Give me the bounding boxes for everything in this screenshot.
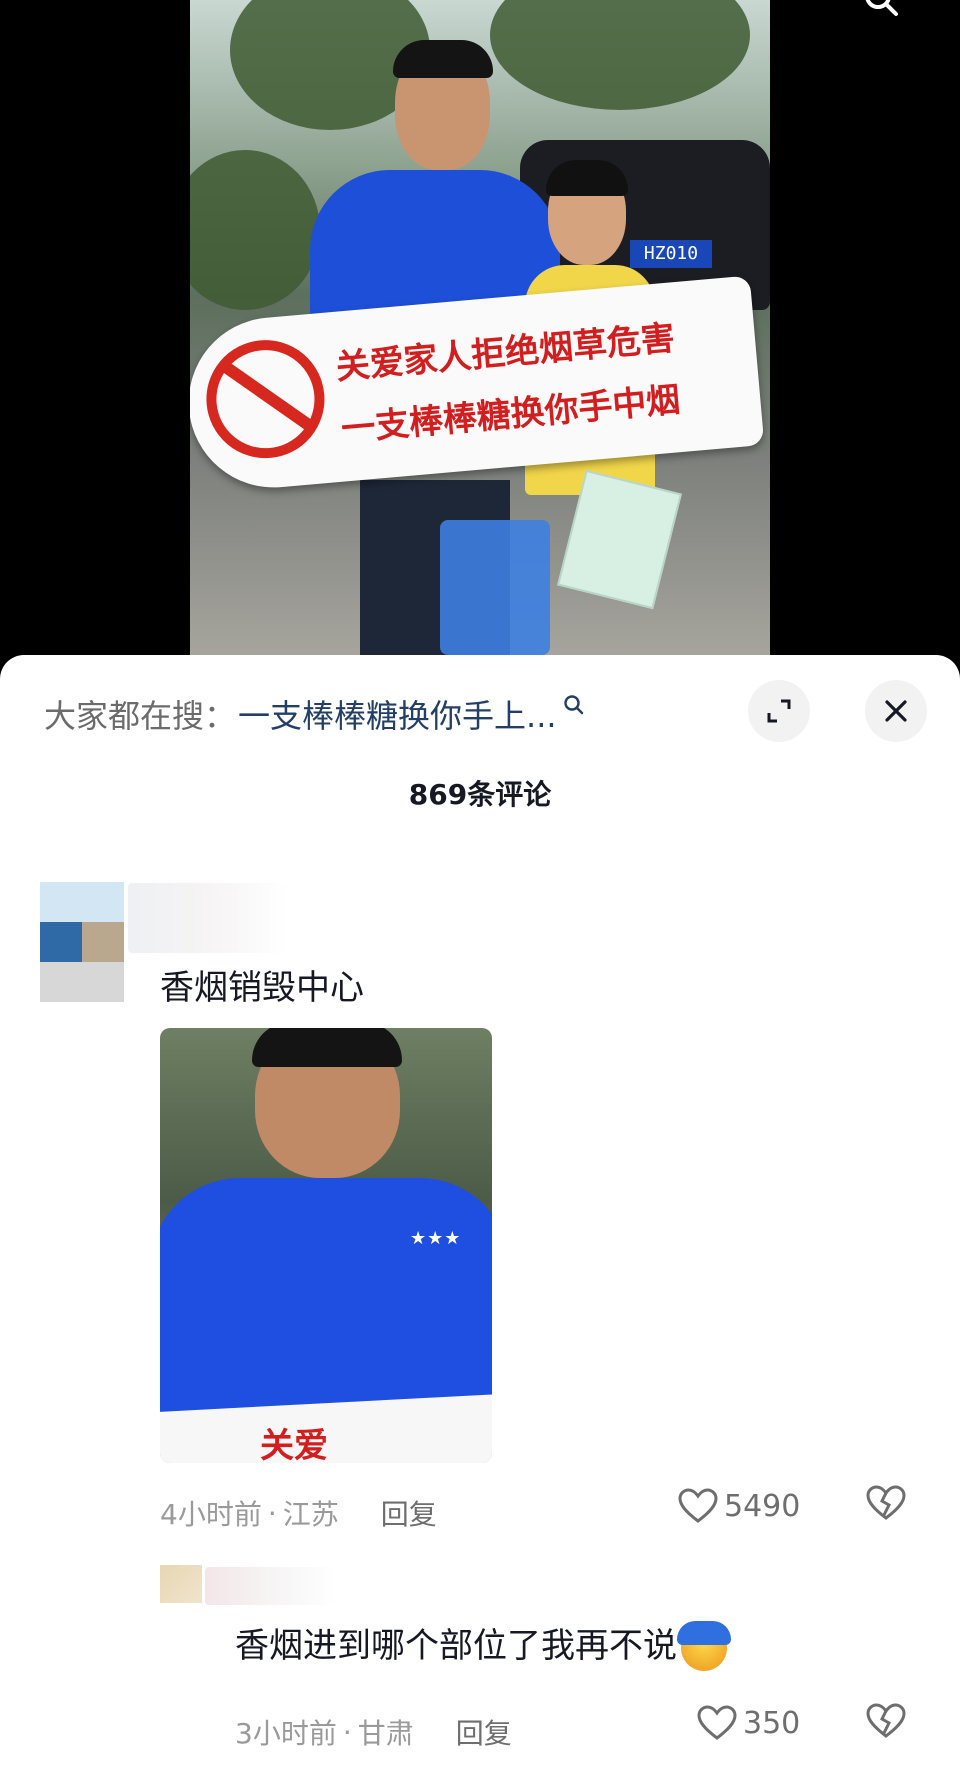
broken-heart-icon [866, 1485, 906, 1520]
heart-icon [697, 1705, 737, 1740]
comment-time: 3小时前 [235, 1717, 337, 1750]
top-search-icon[interactable] [864, 0, 900, 22]
comment-image[interactable]: ★★★ 关爱 [160, 1028, 492, 1463]
like-count: 350 [743, 1705, 801, 1741]
no-smoking-icon [201, 335, 330, 464]
video-frame: HZ010 关爱家人拒绝烟草危害 一支棒棒糖换你手中烟 [190, 0, 770, 655]
like-count: 5490 [724, 1488, 801, 1524]
video-player[interactable]: HZ010 关爱家人拒绝烟草危害 一支棒棒糖换你手中烟 [0, 0, 960, 670]
avatar[interactable] [40, 882, 124, 1002]
comment-meta: 4小时前 · 江苏 回复 [160, 1493, 437, 1533]
comment-sheet: 大家都在搜： 一支棒棒糖换你手上... 869条评论 香烟销毁中心 ★★★ 关爱… [0, 655, 960, 1788]
trending-search-query[interactable]: 一支棒棒糖换你手上... [238, 691, 557, 737]
comment-time: 4小时前 [160, 1498, 262, 1531]
search-icon[interactable] [563, 694, 585, 716]
close-icon [885, 700, 907, 722]
comment-text: 香烟销毁中心 [160, 968, 364, 1008]
shirt-stars: ★★★ [410, 1228, 462, 1249]
comment-location: 江苏 [282, 1498, 339, 1531]
dislike-button[interactable] [866, 1485, 906, 1525]
comment-meta: 3小时前 · 甘肃 回复 [235, 1712, 512, 1752]
close-button[interactable] [865, 680, 927, 742]
campaign-sign: 关爱家人拒绝烟草危害 一支棒棒糖换你手中烟 [190, 275, 765, 495]
like-button[interactable]: 350 [697, 1705, 800, 1741]
username-blurred[interactable] [128, 883, 288, 953]
expand-button[interactable] [748, 680, 810, 742]
emoji-icon [677, 1620, 731, 1671]
like-button[interactable]: 5490 [678, 1488, 800, 1524]
avatar[interactable] [160, 1565, 202, 1603]
dislike-button[interactable] [866, 1703, 906, 1743]
broken-heart-icon [866, 1703, 906, 1738]
heart-icon [678, 1488, 718, 1523]
comment-text: 香烟进到哪个部位了我再不说 [235, 1618, 731, 1671]
reply-button[interactable]: 回复 [381, 1493, 437, 1533]
comment-location: 甘肃 [357, 1717, 414, 1750]
expand-icon [767, 699, 791, 723]
comment-count: 869条评论 [408, 778, 552, 811]
trending-search[interactable]: 大家都在搜： 一支棒棒糖换你手上... [44, 690, 585, 738]
reply-button[interactable]: 回复 [456, 1712, 512, 1752]
trending-search-prefix: 大家都在搜： [44, 697, 237, 735]
license-plate: HZ010 [630, 240, 712, 268]
image-sign-text: 关爱 [260, 1426, 328, 1463]
username-blurred[interactable] [205, 1567, 335, 1605]
